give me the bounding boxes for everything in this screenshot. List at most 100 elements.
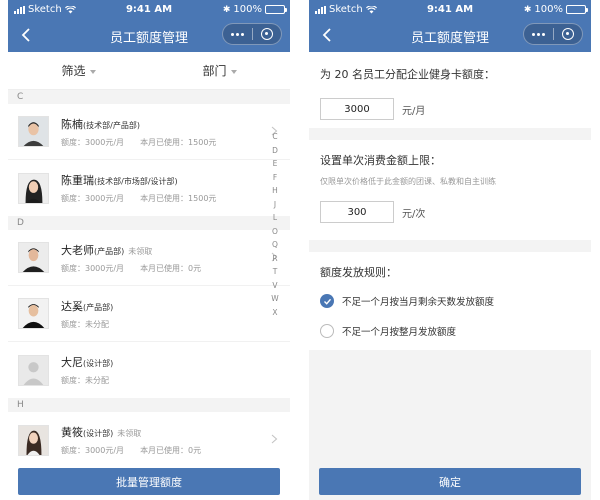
employee-name: 大尼 [61,356,83,369]
monthly-quota-input[interactable] [320,98,394,120]
nav-bar: 员工额度管理 [8,20,290,52]
radio-unchecked-icon[interactable] [320,324,334,338]
unclaimed-status: 未领取 [117,429,142,438]
chevron-right-icon [271,434,278,444]
employee-quota: 额度：3000元/月 [61,194,125,203]
index-letter[interactable]: D [272,144,278,158]
rule-title: 额度发放规则： [320,266,397,279]
status-bar: Sketch 9:41 AM ✱ 100% [8,0,290,20]
index-letter[interactable]: X [272,306,277,320]
avatar [18,424,49,456]
employee-department: (设计部) [83,359,114,368]
employee-name: 陈重瑞 [61,174,94,187]
employee-used-amount: 本月已使用：0元 [140,446,202,455]
employee-quota: 额度：3000元/月 [61,446,125,455]
employee-used-amount: 本月已使用：1500元 [140,137,217,147]
index-letter[interactable]: T [273,265,278,279]
battery-label: 100% [534,4,563,15]
filter-bar: 筛选 部门 [8,52,290,90]
employee-name: 黄筱 [61,426,83,439]
unclaimed-status: 未领取 [128,246,153,256]
battery-label: 100% [233,4,262,15]
employee-name: 陈楠 [61,117,83,131]
more-icon[interactable] [524,24,553,44]
employee-quota: 额度：3000元/月 [61,263,125,273]
employee-used-amount: 本月已使用：1500元 [140,194,217,203]
target-icon [561,28,574,40]
employee-department: (设计部) [83,429,114,438]
section-divider [309,128,591,140]
index-letter[interactable]: V [272,279,277,293]
avatar [18,172,49,204]
employee-quota: 额度：未分配 [61,376,109,385]
status-bar: Sketch 9:41 AM ✱ 100% [309,0,591,20]
confirm-button[interactable]: 确定 [319,468,581,495]
employee-department: (产品部) [94,246,125,256]
close-mini-program-button[interactable] [253,24,282,44]
battery-icon [566,5,588,14]
index-letter[interactable]: F [273,171,277,185]
batch-manage-quota-button[interactable]: 批量管理额度 [18,468,280,495]
bluetooth-icon: ✱ [222,4,231,15]
target-icon [260,28,273,40]
index-letter[interactable]: C [272,130,277,144]
employee-name: 达奚 [61,299,83,313]
rule-option-label: 不足一个月按当月剩余天数发放额度 [342,297,495,308]
avatar [18,116,49,147]
spend-limit-section: 设置单次消费金额上限： 仅限单次价格低于此金额的团课、私教和自主训练 元/次 [309,140,591,240]
footer: 批量管理额度 [8,460,290,500]
alphabet-index-bar[interactable]: CDEFHJLOQRTVWX [270,130,280,319]
avatar [18,298,49,329]
department-dropdown[interactable]: 部门 [149,62,290,79]
avatar [18,354,49,386]
index-letter[interactable]: H [272,184,278,198]
index-letter[interactable]: L [273,211,277,225]
employee-list-screen: Sketch 9:41 AM ✱ 100% 员工额度管理 筛选 部门 C 陈楠(技… [8,0,290,500]
battery-icon [265,5,287,14]
limit-unit-label: 元/次 [402,208,426,220]
app-header: Sketch 9:41 AM ✱ 100% 员工额度管理 [309,0,591,52]
employee-row[interactable]: 陈楠(技术部/产品部) 额度：3000元/月 本月已使用：1500元 [8,104,290,160]
section-header: D [8,216,290,230]
employee-row[interactable]: 大老师(产品部) 未领取 额度：3000元/月 本月已使用：0元 [8,230,290,286]
distribution-rule-section: 额度发放规则： 不足一个月按当月剩余天数发放额度 不足一个月按整月发放额度 [309,252,591,350]
index-letter[interactable]: E [273,157,278,171]
employee-list: C 陈楠(技术部/产品部) 额度：3000元/月 本月已使用：1500元 陈重瑞(技术部… [8,90,290,468]
section-divider [309,240,591,252]
mini-program-capsule [523,23,583,45]
monthly-quota-section: 为 20 名员工分配企业健身卡额度： 元/月 [309,52,591,128]
assign-title: 为 20 名员工分配企业健身卡额度： [320,68,495,81]
section-header: C [8,90,290,104]
index-letter[interactable]: W [271,292,278,306]
employee-department: (技术部/市场部/设计部) [94,177,178,186]
rule-option-remaining-days[interactable]: 不足一个月按当月剩余天数发放额度 [320,294,580,308]
nav-bar: 员工额度管理 [309,20,591,52]
employee-row[interactable]: 大尼(设计部) 额度：未分配 [8,342,290,398]
rule-option-full-month[interactable]: 不足一个月按整月发放额度 [320,324,580,338]
close-mini-program-button[interactable] [554,24,583,44]
radio-checked-icon[interactable] [320,294,334,308]
employee-department: (产品部) [83,302,114,312]
rule-option-label: 不足一个月按整月发放额度 [342,327,457,338]
caret-down-icon [89,69,96,74]
employee-row[interactable]: 达奚(产品部) 额度：未分配 [8,286,290,342]
employee-name: 大老师 [61,243,94,257]
index-letter[interactable]: R [272,252,277,266]
employee-department: (技术部/产品部) [83,120,140,130]
app-header: Sketch 9:41 AM ✱ 100% 员工额度管理 [8,0,290,52]
filter-dropdown[interactable]: 筛选 [8,62,149,79]
index-letter[interactable]: O [272,225,278,239]
bluetooth-icon: ✱ [523,4,532,15]
index-letter[interactable]: J [274,198,276,212]
mini-program-capsule [222,23,282,45]
spend-limit-input[interactable] [320,201,394,223]
limit-title: 设置单次消费金额上限： [320,154,441,167]
monthly-unit-label: 元/月 [402,105,426,117]
limit-hint: 仅限单次价格低于此金额的团课、私教和自主训练 [320,177,496,186]
employee-row[interactable]: 陈重瑞(技术部/市场部/设计部) 额度：3000元/月 本月已使用：1500元 [8,160,290,216]
index-letter[interactable]: Q [272,238,278,252]
caret-down-icon [230,69,237,74]
section-header: H [8,398,290,412]
employee-used-amount: 本月已使用：0元 [140,263,202,273]
more-icon[interactable] [223,24,252,44]
